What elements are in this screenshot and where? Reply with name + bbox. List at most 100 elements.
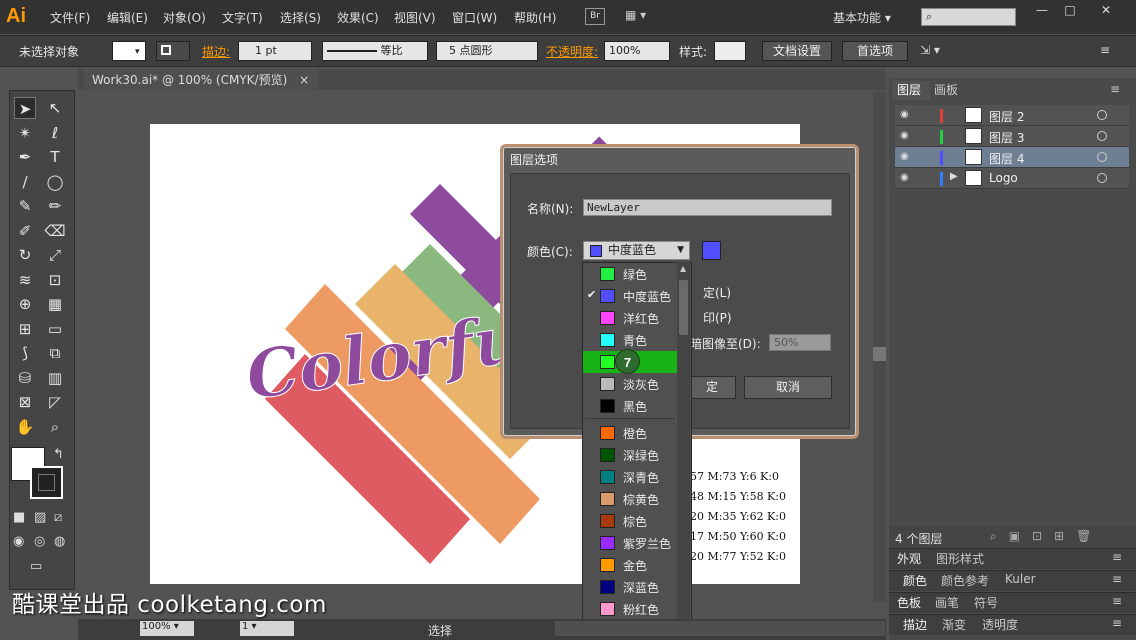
color-option[interactable]: 深青色 [583, 466, 679, 488]
close-tab-icon[interactable]: × [299, 73, 309, 87]
layer-target-icon[interactable] [1097, 173, 1107, 183]
draw-inside-icon[interactable]: ◍ [54, 534, 65, 549]
restore-button[interactable]: □ [1058, 2, 1082, 18]
zoom-tool-icon[interactable]: ⌕ [44, 416, 66, 438]
layer-row[interactable]: ◉ 图层 2 [895, 105, 1129, 126]
tab-layers[interactable]: 图层 [892, 81, 930, 100]
stroke-color-box[interactable] [30, 466, 63, 499]
color-option[interactable]: 金色 [583, 554, 679, 576]
workspace-switcher[interactable]: 基本功能 ▾ [833, 9, 891, 26]
opacity-field[interactable]: 100% [604, 41, 670, 61]
menu-item[interactable]: 对象(O) [163, 9, 206, 26]
color-option[interactable]: 青色 [583, 329, 679, 351]
swap-colors-icon[interactable]: ↰ [53, 447, 64, 462]
magic-wand-tool-icon[interactable]: ✴ [14, 122, 36, 144]
color-mode-icon[interactable]: ■ [13, 510, 25, 525]
minimize-button[interactable]: — [1030, 2, 1054, 18]
eyedropper-tool-icon[interactable]: ⟆ [14, 342, 36, 364]
line-tool-icon[interactable]: ∕ [14, 171, 36, 193]
mesh-tool-icon[interactable]: ⊞ [14, 318, 36, 340]
panel-tab[interactable]: Kuler [1005, 572, 1036, 586]
gradient-mode-icon[interactable]: ▨ [34, 510, 46, 525]
direct-selection-tool-icon[interactable]: ↖ [44, 97, 66, 119]
scale-tool-icon[interactable]: ⤢ [44, 244, 66, 266]
blob-brush-tool-icon[interactable]: ✐ [14, 220, 36, 242]
selection-tool-icon[interactable]: ➤ [14, 97, 36, 119]
menu-item[interactable]: 文件(F) [50, 9, 90, 26]
color-option[interactable]: 粉红色 [583, 598, 679, 620]
symbol-sprayer-tool-icon[interactable]: ⛁ [14, 367, 36, 389]
visibility-eye-icon[interactable]: ◉ [900, 151, 912, 163]
screen-mode-icon[interactable]: ▭ [30, 559, 42, 574]
graph-tool-icon[interactable]: ▥ [44, 367, 66, 389]
panel-menu-icon[interactable]: ≡ [1112, 572, 1122, 586]
layer-target-icon[interactable] [1097, 131, 1107, 141]
color-option[interactable]: 棕色 [583, 510, 679, 532]
pencil-tool-icon[interactable]: ✏ [44, 195, 66, 217]
color-option[interactable]: 紫罗兰色 [583, 532, 679, 554]
layers-menu-icon[interactable]: ≡ [1110, 82, 1120, 96]
warp-tool-icon[interactable]: ≋ [14, 269, 36, 291]
slice-tool-icon[interactable]: ◸ [44, 391, 66, 413]
brush-select[interactable]: 5 点圆形 [436, 41, 538, 61]
color-option[interactable]: ✔ 中度蓝色 [583, 285, 679, 307]
stroke-label[interactable]: 描边: [202, 43, 230, 60]
pen-tool-icon[interactable]: ✒ [14, 146, 36, 168]
panel-tab[interactable]: 符号 [974, 594, 998, 611]
draw-normal-icon[interactable]: ◉ [13, 534, 24, 549]
paintbrush-tool-icon[interactable]: ✎ [14, 195, 36, 217]
dim-images-input[interactable]: 50% [769, 334, 831, 351]
perspective-tool-icon[interactable]: ▦ [44, 293, 66, 315]
color-option[interactable]: 淡灰色 [583, 373, 679, 395]
layer-target-icon[interactable] [1097, 110, 1107, 120]
panel-tab[interactable]: 颜色参考 [941, 572, 989, 589]
bridge-button[interactable]: Br [585, 8, 605, 25]
visibility-eye-icon[interactable]: ◉ [900, 130, 912, 142]
preferences-button[interactable]: 首选项 [842, 41, 908, 61]
document-setup-button[interactable]: 文档设置 [762, 41, 832, 61]
panel-menu-icon[interactable]: ≡ [1100, 43, 1110, 57]
free-transform-tool-icon[interactable]: ⊡ [44, 269, 66, 291]
style-select[interactable] [714, 41, 746, 61]
panel-tab[interactable]: 描边 [903, 616, 927, 633]
expand-arrow-icon[interactable]: ▶ [950, 171, 958, 182]
visibility-eye-icon[interactable]: ◉ [900, 109, 912, 121]
color-option[interactable]: 黑色 [583, 395, 679, 417]
menu-item[interactable]: 编辑(E) [107, 9, 148, 26]
panel-tab[interactable]: 外观 [897, 550, 921, 567]
blend-tool-icon[interactable]: ⧉ [44, 342, 66, 364]
stroke-profile-select[interactable]: 等比 [322, 41, 428, 61]
canvas-horizontal-scrollbar[interactable] [555, 621, 885, 636]
color-option[interactable]: 棕黄色 [583, 488, 679, 510]
eraser-tool-icon[interactable]: ⌫ [44, 220, 66, 242]
artboard-tool-icon[interactable]: ⊠ [14, 391, 36, 413]
arrange-icon[interactable]: ⇲ ▾ [920, 43, 940, 57]
panel-tab[interactable]: 图形样式 [936, 550, 984, 567]
close-window-button[interactable]: ✕ [1094, 2, 1118, 18]
layer-name-input[interactable]: NewLayer [583, 199, 832, 216]
panel-tab[interactable]: 色板 [897, 594, 921, 611]
shape-builder-tool-icon[interactable]: ⊕ [14, 293, 36, 315]
panel-menu-icon[interactable]: ≡ [1112, 550, 1122, 564]
layer-target-icon[interactable] [1097, 152, 1107, 162]
rotate-tool-icon[interactable]: ↻ [14, 244, 36, 266]
color-option[interactable]: 洋红色 [583, 307, 679, 329]
artboard-page-select[interactable]: 1 ▾ [240, 621, 294, 636]
panel-menu-icon[interactable]: ≡ [1112, 616, 1122, 630]
dropdown-scroll-thumb[interactable] [679, 280, 688, 335]
gradient-tool-icon[interactable]: ▭ [44, 318, 66, 340]
color-option[interactable]: 深蓝色 [583, 576, 679, 598]
layer-row[interactable]: ◉ 图层 3 [895, 126, 1129, 147]
zoom-select[interactable]: 100% ▾ [140, 621, 194, 636]
menu-item[interactable]: 窗口(W) [452, 9, 497, 26]
opacity-label[interactable]: 不透明度: [546, 43, 598, 60]
canvas-vscroll-thumb[interactable] [873, 347, 886, 361]
arrange-documents-icon[interactable]: ▦ ▾ [625, 8, 655, 25]
panel-tab[interactable]: 渐变 [942, 616, 966, 633]
color-option[interactable]: 绿色 [583, 263, 679, 285]
visibility-eye-icon[interactable]: ◉ [900, 172, 912, 184]
scroll-up-icon[interactable]: ▲ [680, 264, 686, 273]
stroke-weight-field[interactable]: 1 pt [238, 41, 312, 61]
hand-tool-icon[interactable]: ✋ [14, 416, 36, 438]
menu-item[interactable]: 文字(T) [222, 9, 263, 26]
